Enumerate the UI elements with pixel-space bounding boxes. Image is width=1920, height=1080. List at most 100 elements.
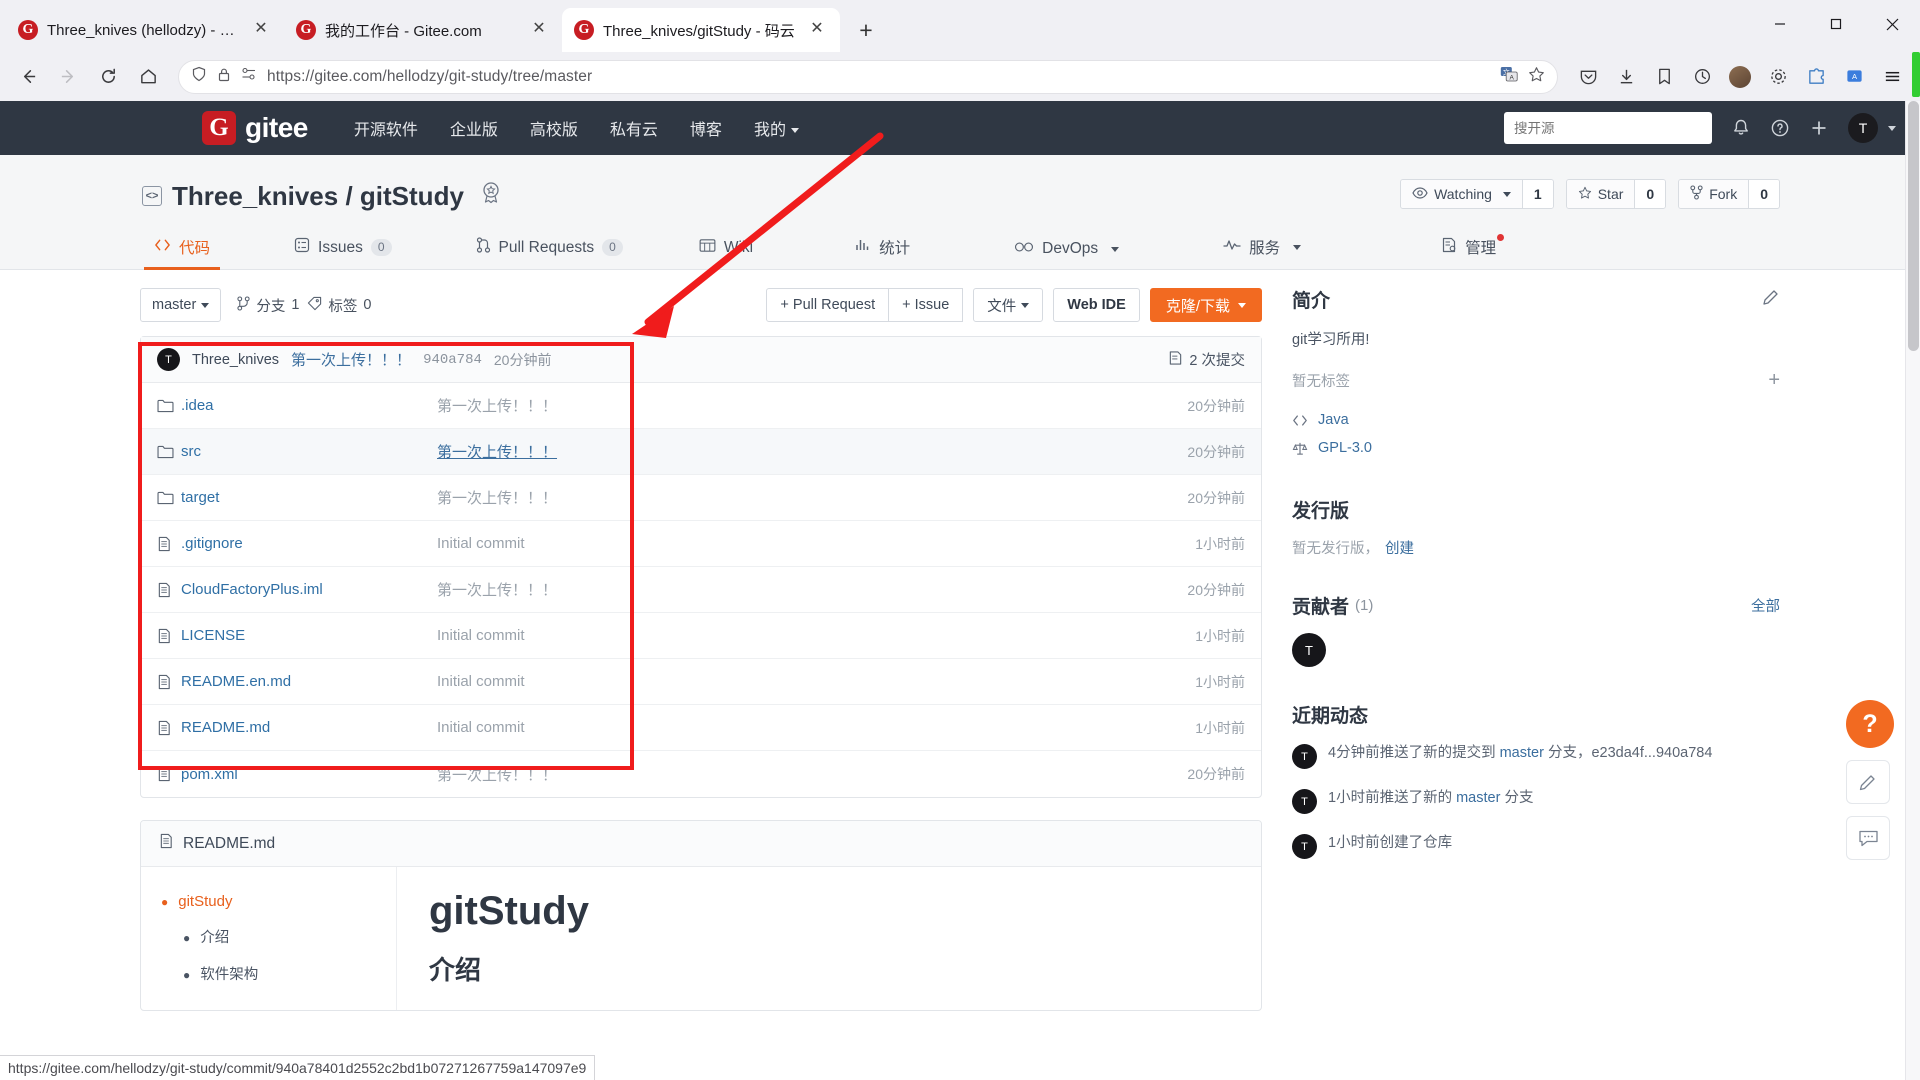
- app-menu-icon[interactable]: [1874, 59, 1910, 95]
- file-menu-button[interactable]: 文件: [973, 288, 1044, 322]
- history-icon[interactable]: [1684, 59, 1720, 95]
- file-commit-message[interactable]: Initial commit: [437, 673, 1135, 690]
- repo-owner[interactable]: Three_knives: [172, 181, 338, 211]
- star-button-group[interactable]: Star 0: [1565, 179, 1667, 209]
- chat-button[interactable]: [1846, 816, 1890, 860]
- repo-name[interactable]: gitStudy: [360, 181, 464, 211]
- nav-item-privatecloud[interactable]: 私有云: [610, 116, 658, 140]
- license-row[interactable]: GPL-3.0: [1292, 440, 1780, 456]
- table-row[interactable]: target 第一次上传！！！ 20分钟前: [141, 475, 1261, 521]
- table-row[interactable]: .gitignore Initial commit 1小时前: [141, 521, 1261, 567]
- library-icon[interactable]: [1646, 59, 1682, 95]
- new-issue-button[interactable]: + Issue: [889, 288, 964, 322]
- user-menu[interactable]: T: [1848, 113, 1896, 143]
- file-commit-message[interactable]: 第一次上传！！！: [437, 487, 1135, 508]
- table-row[interactable]: pom.xml 第一次上传！！！ 20分钟前: [141, 751, 1261, 797]
- language-row[interactable]: Java: [1292, 412, 1780, 428]
- extension-puzzle-icon[interactable]: [1798, 59, 1834, 95]
- file-name[interactable]: CloudFactoryPlus.iml: [181, 581, 437, 598]
- table-row[interactable]: .idea 第一次上传！！！ 20分钟前: [141, 383, 1261, 429]
- table-row[interactable]: README.md Initial commit 1小时前: [141, 705, 1261, 751]
- table-row[interactable]: LICENSE Initial commit 1小时前: [141, 613, 1261, 659]
- star-button[interactable]: Star: [1566, 180, 1635, 208]
- activity-branch-link[interactable]: master: [1500, 745, 1544, 761]
- search-box[interactable]: [1504, 112, 1712, 144]
- window-maximize-button[interactable]: [1808, 0, 1864, 48]
- nav-item-blog[interactable]: 博客: [690, 116, 722, 140]
- tags-count-link[interactable]: 标签 0: [307, 295, 371, 316]
- tab-close-icon[interactable]: ✕: [250, 19, 272, 41]
- file-name[interactable]: README.en.md: [181, 673, 437, 690]
- notification-bell-icon[interactable]: [1731, 118, 1751, 138]
- watch-button-group[interactable]: Watching 1: [1400, 179, 1554, 209]
- tab-pull-requests[interactable]: Pull Requests 0: [466, 237, 633, 269]
- branch-selector[interactable]: master: [140, 288, 222, 322]
- commit-count-link[interactable]: 2 次提交: [1168, 349, 1245, 370]
- tab-close-icon[interactable]: ✕: [528, 19, 550, 41]
- branches-count-link[interactable]: 分支 1: [237, 295, 299, 316]
- file-commit-message[interactable]: Initial commit: [437, 535, 1135, 552]
- pocket-icon[interactable]: [1570, 59, 1606, 95]
- file-commit-message[interactable]: 第一次上传！！！: [437, 441, 1135, 462]
- create-release-link[interactable]: 创建: [1385, 537, 1414, 558]
- settings-gear-icon[interactable]: [1760, 59, 1796, 95]
- tab-services[interactable]: 服务: [1213, 236, 1311, 269]
- commit-message[interactable]: 第一次上传！！！: [291, 349, 411, 370]
- commit-sha[interactable]: 940a784: [423, 352, 482, 368]
- browser-tab-1[interactable]: G Three_knives (hellodzy) - Gitee.com ✕: [6, 8, 284, 52]
- file-commit-message[interactable]: Initial commit: [437, 719, 1135, 736]
- avatar[interactable]: T: [1292, 633, 1326, 668]
- nav-item-mine[interactable]: 我的: [754, 116, 799, 140]
- lock-icon[interactable]: [217, 67, 231, 87]
- browser-tab-3-active[interactable]: G Three_knives/gitStudy - 码云 ✕: [562, 8, 840, 52]
- downloads-icon[interactable]: [1608, 59, 1644, 95]
- permissions-icon[interactable]: [241, 67, 257, 86]
- url-bar[interactable]: https://gitee.com/hellodzy/git-study/tre…: [178, 59, 1558, 94]
- watch-count[interactable]: 1: [1521, 180, 1553, 208]
- tab-manage[interactable]: 管理: [1431, 234, 1506, 269]
- plus-icon[interactable]: [1809, 118, 1829, 138]
- commit-author[interactable]: Three_knives: [192, 352, 279, 368]
- file-commit-message[interactable]: Initial commit: [437, 627, 1135, 644]
- shield-icon[interactable]: [191, 66, 207, 87]
- gitee-logo[interactable]: G gitee: [202, 111, 308, 145]
- tab-devops[interactable]: DevOps: [1004, 240, 1129, 269]
- new-tab-button[interactable]: +: [848, 12, 884, 48]
- table-row[interactable]: CloudFactoryPlus.iml 第一次上传！！！ 20分钟前: [141, 567, 1261, 613]
- home-icon[interactable]: [130, 59, 166, 95]
- avatar[interactable]: T: [1292, 789, 1317, 815]
- toc-item-architecture[interactable]: ● 软件架构: [183, 963, 376, 984]
- file-name[interactable]: .idea: [181, 397, 437, 414]
- tab-close-icon[interactable]: ✕: [806, 19, 828, 41]
- window-close-button[interactable]: [1864, 0, 1920, 48]
- toc-item-gitstudy[interactable]: ● gitStudy: [161, 893, 376, 910]
- tab-wiki[interactable]: Wiki: [689, 238, 763, 269]
- clone-download-button[interactable]: 克隆/下载: [1149, 288, 1262, 322]
- feedback-edit-button[interactable]: [1846, 760, 1890, 804]
- new-pull-request-button[interactable]: + Pull Request: [766, 288, 890, 322]
- star-count[interactable]: 0: [1634, 180, 1666, 208]
- add-tag-button[interactable]: +: [1768, 369, 1780, 392]
- avatar[interactable]: T: [1292, 744, 1317, 770]
- fork-count[interactable]: 0: [1748, 180, 1779, 208]
- nav-item-opensource[interactable]: 开源软件: [354, 116, 418, 140]
- help-circle-icon[interactable]: [1770, 118, 1790, 138]
- file-name[interactable]: pom.xml: [181, 766, 437, 783]
- account-avatar[interactable]: [1722, 59, 1758, 95]
- activity-branch-link[interactable]: master: [1456, 790, 1500, 806]
- web-ide-button[interactable]: Web IDE: [1053, 288, 1140, 322]
- table-row[interactable]: README.en.md Initial commit 1小时前: [141, 659, 1261, 705]
- translate-icon[interactable]: 文A: [1500, 65, 1518, 88]
- page-scrollbar[interactable]: [1905, 101, 1920, 1080]
- help-button[interactable]: ?: [1846, 700, 1894, 748]
- bookmark-star-icon[interactable]: [1528, 66, 1545, 88]
- file-name[interactable]: README.md: [181, 719, 437, 736]
- scrollbar-thumb[interactable]: [1908, 101, 1919, 351]
- toc-item-intro[interactable]: ● 介绍: [183, 926, 376, 947]
- back-icon[interactable]: [10, 59, 46, 95]
- file-commit-message[interactable]: 第一次上传！！！: [437, 395, 1135, 416]
- nav-item-enterprise[interactable]: 企业版: [450, 116, 498, 140]
- tab-code[interactable]: 代码: [144, 236, 221, 270]
- nav-item-education[interactable]: 高校版: [530, 116, 578, 140]
- tab-issues[interactable]: Issues 0: [284, 237, 402, 269]
